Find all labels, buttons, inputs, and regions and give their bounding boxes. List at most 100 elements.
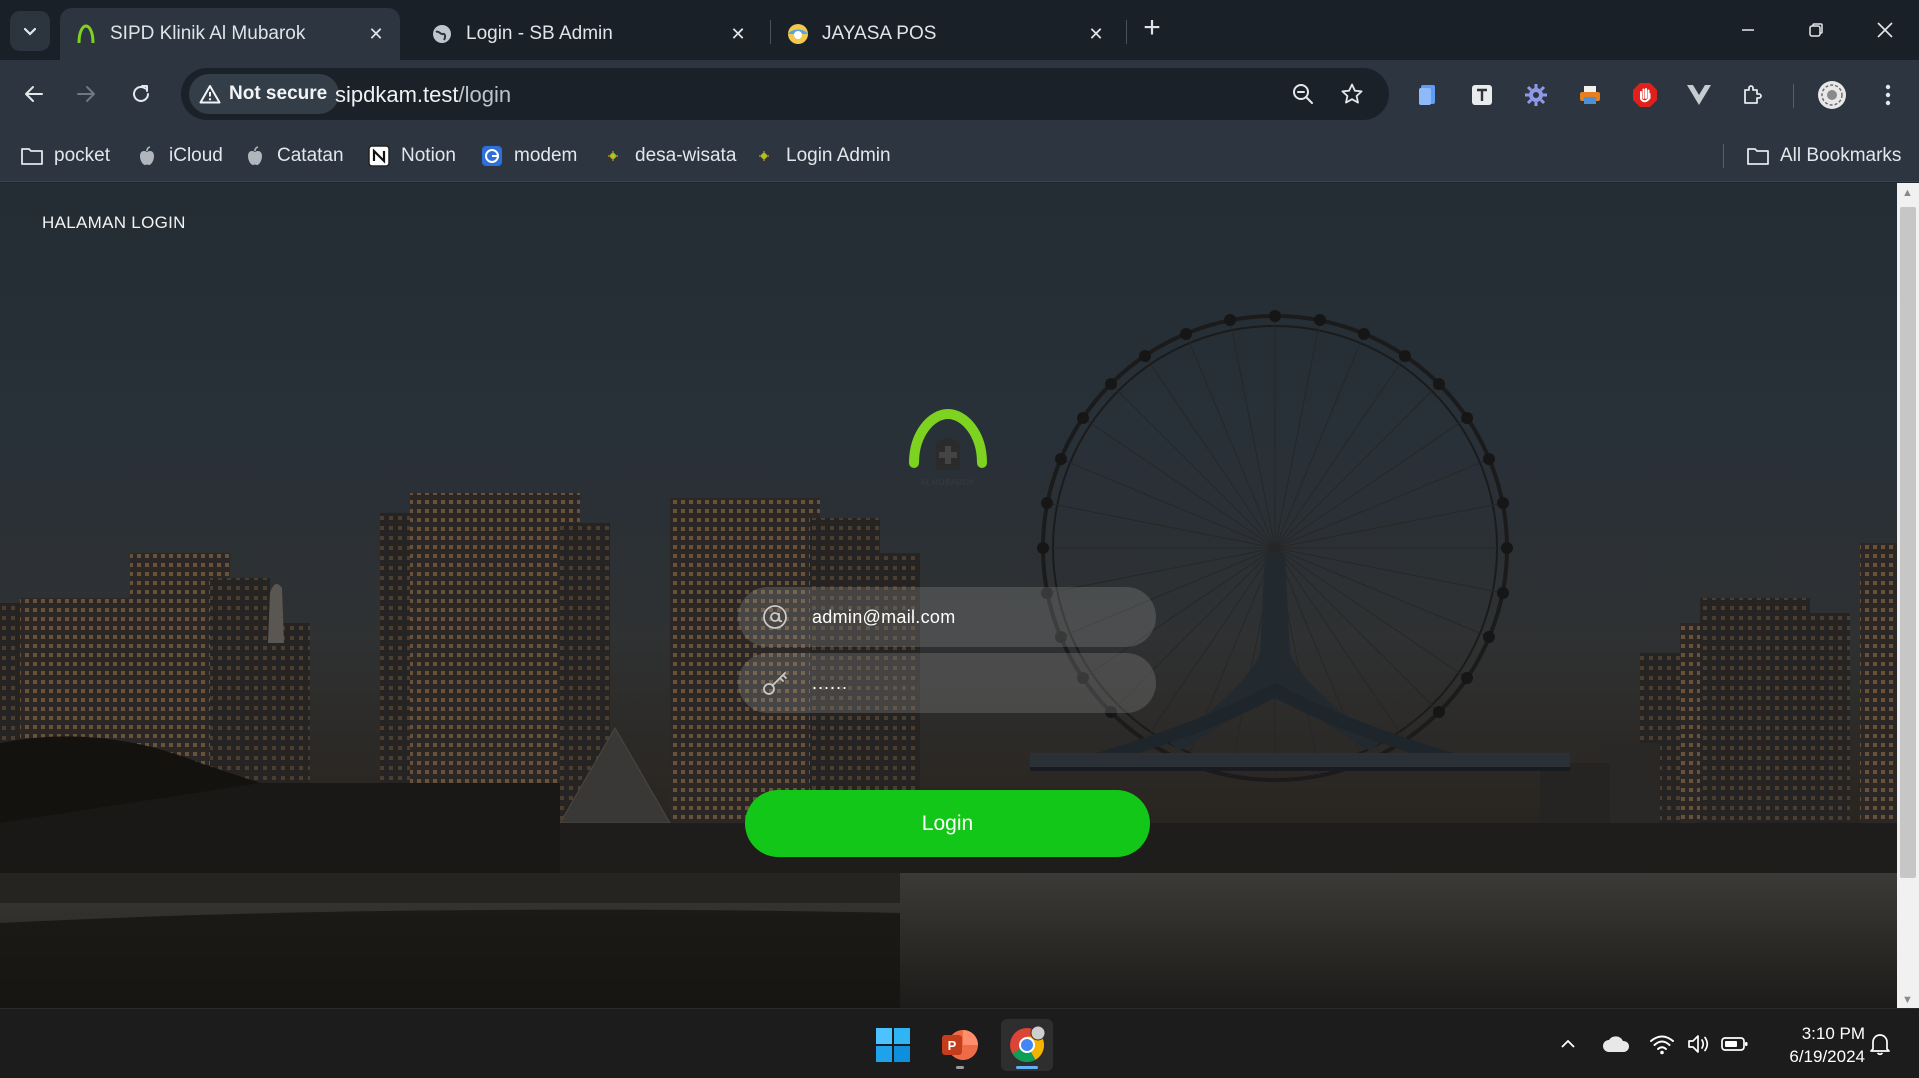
bell-icon — [1870, 1034, 1890, 1056]
notifications-button[interactable] — [1866, 1030, 1894, 1058]
restore-icon — [1809, 23, 1823, 37]
extensions-button[interactable] — [1737, 79, 1769, 111]
all-bookmarks-button[interactable]: All Bookmarks — [1746, 143, 1901, 169]
scroll-up-arrow-icon[interactable]: ▲ — [1902, 187, 1913, 199]
close-icon[interactable]: ✕ — [1084, 22, 1108, 46]
logo-text: ALMUBAROK — [921, 478, 976, 487]
bookmark-icloud[interactable]: iCloud — [135, 143, 223, 169]
page-title: HALAMAN LOGIN — [42, 213, 186, 232]
chrome-menu-button[interactable] — [1872, 79, 1904, 111]
minimize-button[interactable] — [1718, 8, 1778, 52]
extension-vue-button[interactable] — [1683, 79, 1715, 111]
document-icon — [1419, 85, 1435, 105]
bookmark-modem[interactable]: modem — [480, 143, 577, 169]
bookmarks-bar: pocket iCloud Catatan Notion modem desa-… — [0, 130, 1919, 182]
url-path: /login — [458, 82, 512, 107]
bookmark-label: modem — [514, 145, 578, 166]
chevron-up-icon — [1561, 1039, 1575, 1048]
page-scrollbar[interactable]: ▲ ▼ — [1897, 183, 1919, 1008]
bookmark-label: pocket — [54, 145, 110, 166]
show-hidden-icons-button[interactable] — [1554, 1030, 1582, 1058]
tab-search-button[interactable] — [10, 11, 50, 51]
all-bookmarks-label: All Bookmarks — [1780, 145, 1902, 166]
zoom-out-icon — [1293, 84, 1313, 104]
login-button[interactable]: Login — [745, 790, 1150, 857]
restore-button[interactable] — [1786, 8, 1846, 52]
speaker-icon — [1688, 1035, 1709, 1053]
onedrive-tray[interactable] — [1602, 1030, 1630, 1058]
cloud-icon — [1603, 1036, 1630, 1052]
extension-print-button[interactable] — [1574, 79, 1606, 111]
tab-separator — [770, 20, 771, 44]
powerpoint-icon: P — [942, 1030, 978, 1060]
extension-text-button[interactable] — [1466, 79, 1498, 111]
password-field[interactable]: ...... — [738, 653, 1156, 713]
arrow-left-icon — [25, 86, 43, 102]
active-indicator — [1016, 1066, 1038, 1069]
bookmark-label: desa-wisata — [635, 145, 737, 166]
stop-hand-icon — [1633, 83, 1657, 107]
bookmark-login-admin[interactable]: Login Admin — [752, 143, 891, 169]
clock-date: 6/19/2024 — [1789, 1047, 1865, 1066]
tab-sipd[interactable]: SIPD Klinik Al Mubarok ✕ — [60, 8, 400, 60]
start-button[interactable] — [867, 1019, 919, 1071]
taskbar-chrome[interactable] — [1001, 1019, 1053, 1071]
bookmark-notion[interactable]: Notion — [367, 143, 456, 169]
reload-icon — [133, 85, 149, 102]
close-window-button[interactable] — [1855, 8, 1915, 52]
tab-title: Login - SB Admin — [466, 23, 613, 44]
battery-tray[interactable] — [1721, 1030, 1749, 1058]
close-icon[interactable]: ✕ — [364, 22, 388, 46]
bookmark-desa-wisata[interactable]: desa-wisata — [601, 143, 736, 169]
extension-adblock-button[interactable] — [1629, 79, 1661, 111]
battery-icon — [1721, 1037, 1748, 1051]
zoom-button[interactable] — [1289, 80, 1317, 108]
extension-settings-button[interactable] — [1520, 79, 1552, 111]
at-sign-icon — [758, 600, 792, 634]
modem-icon — [480, 144, 504, 168]
bookmark-label: iCloud — [169, 145, 223, 166]
puzzle-icon — [1744, 85, 1762, 104]
new-tab-button[interactable]: + — [1137, 13, 1167, 44]
url-host: sipdkam.test — [335, 82, 459, 107]
windows-logo-icon — [876, 1028, 910, 1062]
bookmark-pocket[interactable]: pocket — [20, 143, 110, 169]
tab-jayasa-pos[interactable]: JAYASA POS ✕ — [774, 8, 1120, 60]
back-button[interactable] — [14, 74, 54, 114]
volume-tray[interactable] — [1685, 1030, 1713, 1058]
taskbar-clock[interactable]: 3:10 PM 6/19/2024 — [1765, 1022, 1865, 1068]
scrollbar-thumb[interactable] — [1900, 207, 1916, 878]
profile-avatar[interactable] — [1816, 79, 1848, 111]
jayasa-favicon-icon — [786, 22, 810, 46]
almubarok-logo: ALMUBAROK — [909, 408, 987, 487]
folder-icon — [1746, 144, 1770, 168]
close-icon[interactable]: ✕ — [726, 22, 750, 46]
address-bar[interactable]: Not secure sipdkam.test/login — [181, 68, 1389, 120]
text-t-icon — [1472, 85, 1492, 105]
scroll-down-arrow-icon[interactable]: ▼ — [1902, 994, 1913, 1006]
reload-button[interactable] — [121, 74, 161, 114]
windows-taskbar: P 3:10 PM 6/19/2024 — [0, 1008, 1919, 1078]
url-text[interactable]: sipdkam.test/login — [335, 82, 511, 108]
wifi-tray[interactable] — [1648, 1030, 1676, 1058]
tab-separator — [1126, 20, 1127, 44]
email-field[interactable]: admin@mail.com — [738, 587, 1156, 647]
taskbar-powerpoint[interactable]: P — [934, 1019, 986, 1071]
minimize-icon — [1742, 29, 1754, 31]
chrome-icon — [1010, 1026, 1046, 1062]
forward-button[interactable] — [66, 74, 106, 114]
bookmark-catatan[interactable]: Catatan — [243, 143, 344, 169]
security-chip[interactable]: Not secure — [189, 74, 340, 114]
extension-docs-button[interactable] — [1412, 79, 1444, 111]
bookmark-star-button[interactable] — [1338, 80, 1366, 108]
notion-icon — [367, 144, 391, 168]
apple-icon — [135, 144, 159, 168]
close-icon — [1877, 22, 1893, 38]
kebab-menu-icon — [1885, 84, 1891, 106]
browser-toolbar: Not secure sipdkam.test/login — [0, 60, 1919, 130]
running-indicator — [956, 1066, 964, 1069]
security-label: Not secure — [229, 83, 328, 104]
arrow-right-icon — [77, 86, 95, 102]
tab-sb-admin[interactable]: Login - SB Admin ✕ — [416, 8, 762, 60]
apple-icon — [243, 144, 267, 168]
